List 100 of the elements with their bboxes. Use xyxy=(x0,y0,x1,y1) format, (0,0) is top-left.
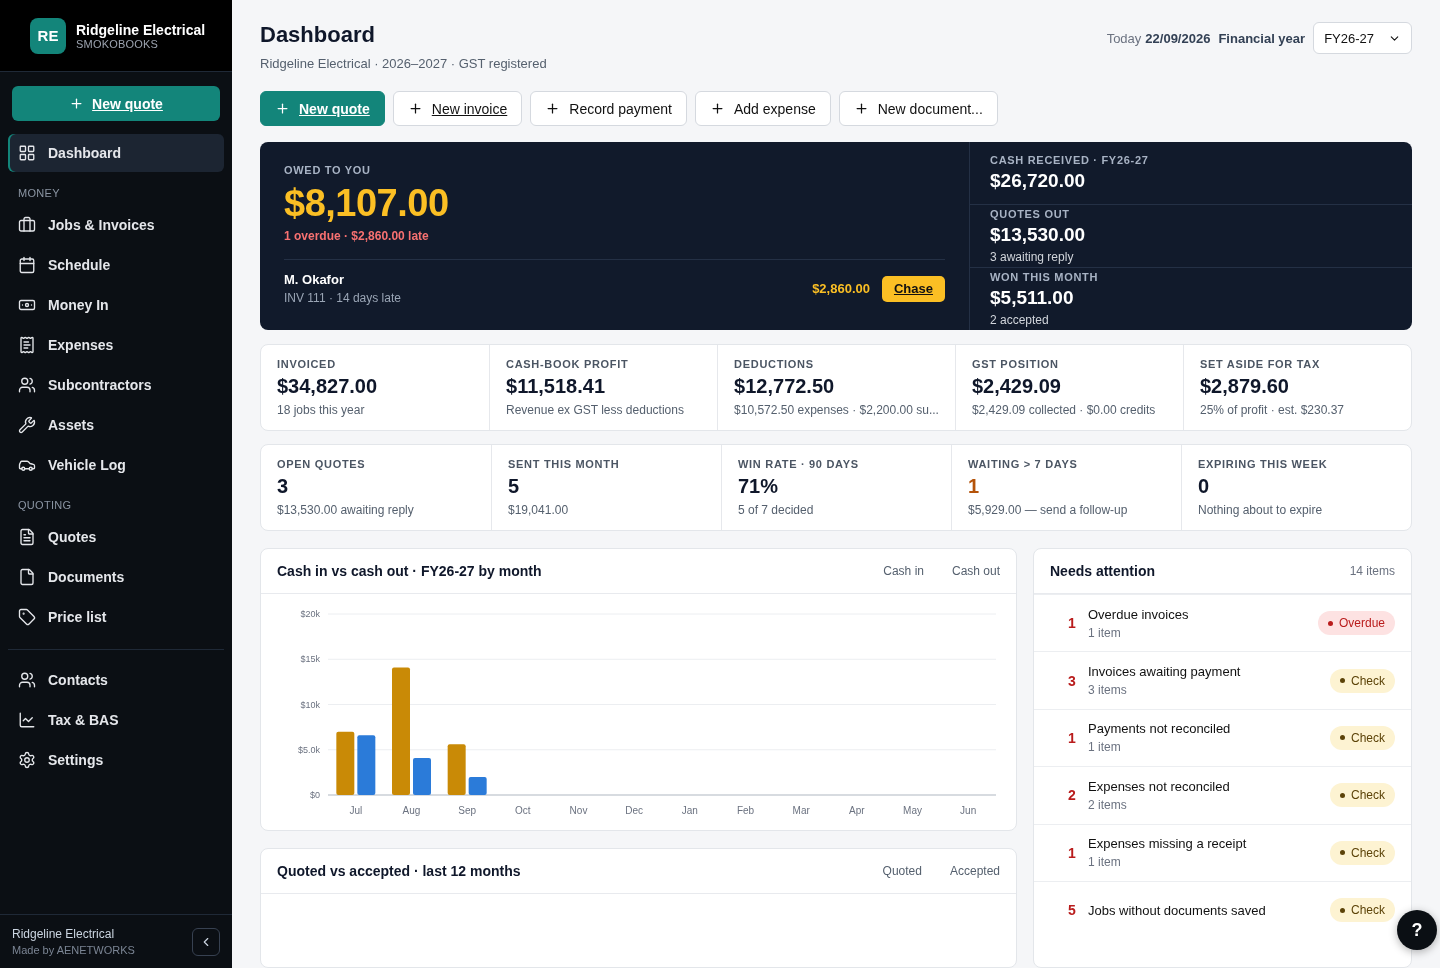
nav-item[interactable]: Tax & BAS xyxy=(8,701,224,739)
action-button[interactable]: New document... xyxy=(838,91,998,126)
item-count: 5 xyxy=(1068,902,1076,919)
axis-label: Jun xyxy=(960,805,977,816)
item-count: 1 xyxy=(1068,844,1076,861)
nav-item[interactable]: Dashboard xyxy=(8,134,224,172)
overdue-amount: $2,860.00 xyxy=(812,281,870,296)
axis-label: Jul xyxy=(349,805,363,816)
action-button[interactable]: New quote xyxy=(260,91,385,126)
help-button[interactable]: ? xyxy=(1397,910,1437,950)
nav-item[interactable]: Schedule xyxy=(8,246,224,284)
axis-label: May xyxy=(903,805,922,816)
chase-button[interactable]: Chase xyxy=(881,275,945,302)
grid-icon xyxy=(18,144,36,162)
stat-label: QUOTES OUT xyxy=(990,208,1071,220)
nav-item[interactable]: Price list xyxy=(8,598,224,636)
stat-label: CASH-BOOK PROFIT xyxy=(506,358,630,370)
stat-label: WIN RATE · 90 DAYS xyxy=(738,458,860,470)
nav-item[interactable]: Documents xyxy=(8,558,224,596)
collapse-button[interactable] xyxy=(192,927,220,956)
action-button[interactable]: Record payment xyxy=(530,91,687,126)
plus-icon xyxy=(545,101,561,116)
status-badge: Overdue xyxy=(1317,611,1395,636)
stat-value: $2,429.09 xyxy=(971,375,1062,398)
axis-label: $15k xyxy=(300,654,320,665)
bar xyxy=(357,735,376,795)
bar xyxy=(413,757,431,795)
attention-title[interactable]: Expenses missing a receipt xyxy=(1088,836,1318,852)
item-count: 3 xyxy=(1068,672,1076,689)
stat-label: SET ASIDE FOR TAX xyxy=(1199,358,1322,370)
stat-caption: 2 accepted xyxy=(990,313,1050,327)
axis-label: $10k xyxy=(300,699,320,710)
attention-title[interactable]: Invoices awaiting payment xyxy=(1088,664,1318,680)
nav-item[interactable]: Money In xyxy=(8,286,224,324)
new-quote-button[interactable]: New quote xyxy=(12,86,220,121)
stat-label: WAITING > 7 DAYS xyxy=(968,458,1079,470)
attention-title[interactable]: Overdue invoices xyxy=(1088,606,1306,622)
financial-year-select[interactable]: FY26-27 xyxy=(1313,22,1412,54)
card-title: Cash in vs cash out · FY26-27 by month xyxy=(277,563,543,579)
today-label: Today xyxy=(1106,30,1142,46)
nav-item[interactable]: Contacts xyxy=(8,661,224,699)
attention-caption: 1 item xyxy=(1088,740,1122,755)
nav-item[interactable]: Quotes xyxy=(8,518,224,556)
legend-label: Accepted xyxy=(949,864,1000,878)
credit-text: Made by AENETWORKS xyxy=(12,944,136,956)
status-badge: Check xyxy=(1330,898,1395,923)
stat-value: $2,879.60 xyxy=(1199,375,1290,398)
stat-caption: 5 of 7 decided xyxy=(738,503,815,517)
stat-label: EXPIRING THIS WEEK xyxy=(1198,458,1329,470)
bar xyxy=(336,731,355,795)
stat-caption: $13,530.00 awaiting reply xyxy=(277,503,415,517)
nav-item[interactable]: Expenses xyxy=(8,326,224,364)
axis-label: $20k xyxy=(300,609,320,619)
stat-value: 1 xyxy=(968,475,981,498)
calendar-icon xyxy=(18,256,36,274)
plus-icon xyxy=(710,101,725,116)
axis-label: Oct xyxy=(515,805,531,816)
stat-value: 3 xyxy=(277,475,290,498)
owed-amount: $8,107.00 xyxy=(284,182,450,225)
stat-value: 71% xyxy=(738,475,780,498)
nav-item[interactable]: Jobs & Invoices xyxy=(8,206,224,244)
plus-icon xyxy=(853,101,869,116)
stat-value: $12,772.50 xyxy=(734,375,836,398)
page-subtitle: Ridgeline Electrical · 2026–2027 · GST registered xyxy=(260,56,547,71)
attention-title[interactable]: Expenses not reconciled xyxy=(1088,778,1318,794)
stat-caption: $10,572.50 expenses · $2,200.00 su... xyxy=(734,403,939,417)
tag-icon xyxy=(18,608,36,626)
axis-label: Apr xyxy=(849,805,865,816)
nav-item[interactable]: Settings xyxy=(8,741,224,779)
nav-item[interactable]: Vehicle Log xyxy=(8,446,224,484)
briefcase-icon xyxy=(18,216,36,234)
stat-caption: $2,429.09 collected · $0.00 credits xyxy=(971,403,1157,417)
attention-title[interactable]: Payments not reconciled xyxy=(1088,721,1318,737)
item-count: 2 xyxy=(1068,787,1076,804)
status-badge: Check xyxy=(1330,668,1395,693)
card-title: Quoted vs accepted · last 12 months xyxy=(277,863,522,879)
receipt-icon xyxy=(18,336,36,354)
legend-label: Cash in xyxy=(883,564,924,578)
axis-label: Sep xyxy=(458,805,477,816)
page-title: Dashboard xyxy=(260,22,376,48)
nav-item[interactable]: Assets xyxy=(8,406,224,444)
attention-title[interactable]: Jobs without documents saved xyxy=(1088,902,1318,918)
product-name: SMOKOBOOKS xyxy=(76,37,160,50)
nav-item[interactable]: Subcontractors xyxy=(8,366,224,404)
plus-icon xyxy=(275,101,290,116)
action-button[interactable]: New invoice xyxy=(392,91,523,126)
axis-label: Dec xyxy=(625,805,644,816)
action-button[interactable]: Add expense xyxy=(695,91,831,126)
attention-caption: 1 item xyxy=(1088,625,1122,640)
plus-icon xyxy=(407,101,423,116)
users-icon xyxy=(18,671,36,689)
stat-caption: $19,041.00 xyxy=(508,503,570,517)
stat-caption: Nothing about to expire xyxy=(1198,503,1324,517)
wrench-icon xyxy=(18,416,36,434)
attention-caption: 3 items xyxy=(1088,683,1128,698)
brand-logo: RE xyxy=(30,17,66,54)
stat-value: 5 xyxy=(508,475,521,498)
legend-label: Quoted xyxy=(882,864,922,878)
stat-value: $11,518.41 xyxy=(506,375,607,398)
overdue-note: 1 overdue · $2,860.00 late xyxy=(284,229,430,243)
